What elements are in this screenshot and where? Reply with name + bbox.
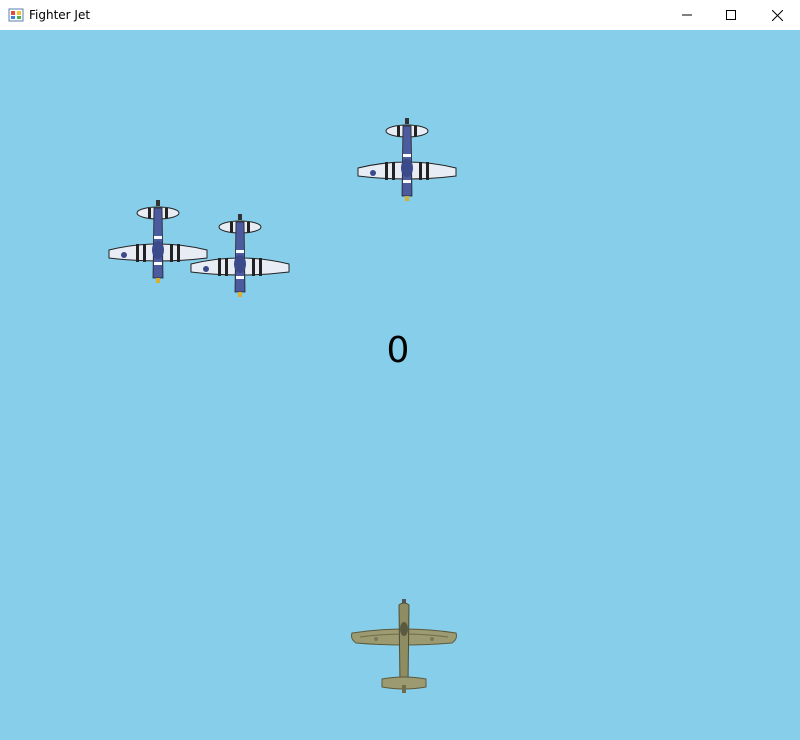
enemy-plane-icon (190, 214, 290, 297)
maximize-button[interactable] (708, 0, 754, 30)
enemy-plane-icon (357, 118, 457, 201)
title-bar: Fighter Jet (0, 0, 800, 31)
app-window-icon[interactable] (8, 7, 24, 23)
player-plane-icon[interactable] (350, 599, 458, 695)
minimize-button[interactable] (664, 0, 710, 30)
minimize-icon (682, 14, 692, 16)
close-button[interactable] (754, 0, 800, 30)
maximize-icon (726, 10, 736, 20)
close-icon (771, 9, 783, 21)
score-label: 0 (386, 330, 410, 371)
window-title: Fighter Jet (29, 8, 91, 22)
game-canvas[interactable]: 0 (0, 30, 800, 740)
